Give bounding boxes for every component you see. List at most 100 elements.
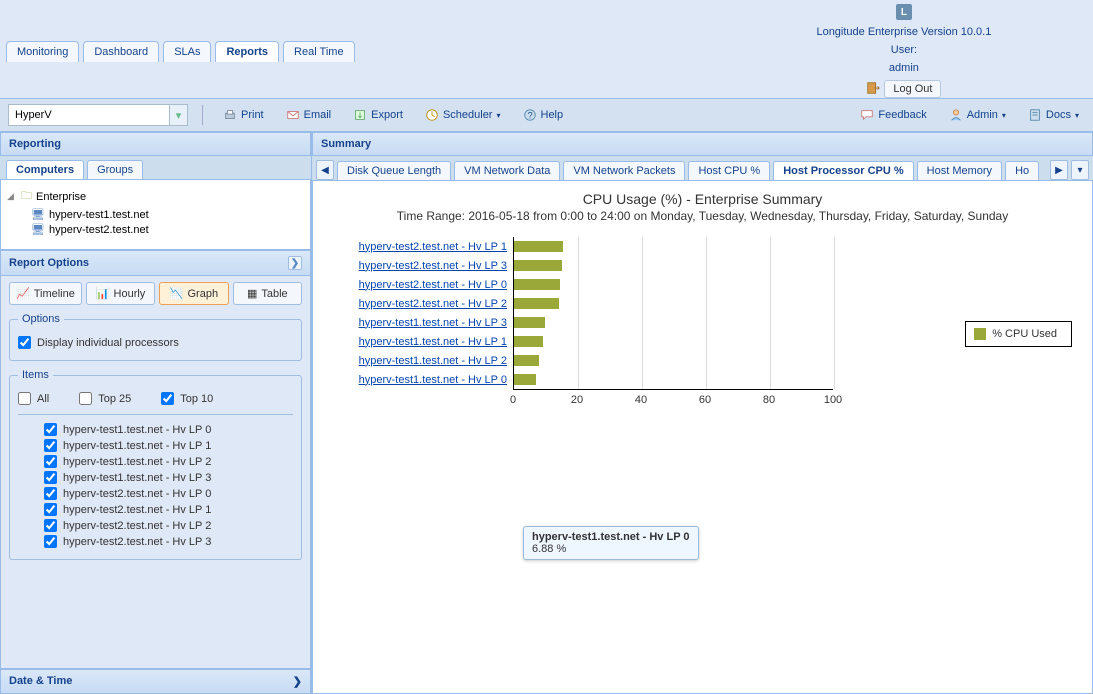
chart-category-label[interactable]: hyperv-test1.test.net - Hv LP 2 xyxy=(333,355,513,367)
tree-node[interactable]: 🖥hyperv-test1.test.net xyxy=(5,207,306,222)
chart-bar[interactable] xyxy=(514,317,545,328)
chart-category-label[interactable]: hyperv-test2.test.net - Hv LP 2 xyxy=(333,298,513,310)
folder-icon: 🗀 xyxy=(21,187,32,206)
server-icon: 🖥 xyxy=(31,223,45,236)
chart-bar[interactable] xyxy=(514,260,562,271)
chart-bar[interactable] xyxy=(514,279,560,290)
chart-track xyxy=(513,313,833,332)
chart-category-label[interactable]: hyperv-test1.test.net - Hv LP 3 xyxy=(333,317,513,329)
chart-track xyxy=(513,275,833,294)
admin-button[interactable]: Admin▾ xyxy=(943,105,1012,125)
display-individual-checkbox[interactable]: Display individual processors xyxy=(18,336,293,349)
filter-top-10[interactable]: Top 10 xyxy=(161,392,213,405)
book-icon xyxy=(1028,108,1042,122)
item-checkbox[interactable]: hyperv-test1.test.net - Hv LP 3 xyxy=(18,471,293,484)
tab-menu-icon[interactable]: ▾ xyxy=(1071,160,1089,180)
logout-button[interactable]: Log Out xyxy=(884,80,941,98)
user-prefix: User: xyxy=(891,44,917,56)
collapse-icon[interactable]: ◢ xyxy=(7,191,17,202)
nav-tab-real-time[interactable]: Real Time xyxy=(283,41,355,62)
main-nav: MonitoringDashboardSLAsReportsReal Time … xyxy=(0,0,1093,99)
item-checkbox[interactable]: hyperv-test1.test.net - Hv LP 0 xyxy=(18,423,293,436)
envelope-icon xyxy=(286,108,300,122)
item-checkbox[interactable]: hyperv-test2.test.net - Hv LP 2 xyxy=(18,519,293,532)
chart-subtitle: Time Range: 2016-05-18 from 0:00 to 24:0… xyxy=(323,209,1082,223)
chart-bar[interactable] xyxy=(514,336,543,347)
legend-label: % CPU Used xyxy=(992,328,1057,340)
item-checkbox[interactable]: hyperv-test2.test.net - Hv LP 0 xyxy=(18,487,293,500)
summary-tab[interactable]: Disk Queue Length xyxy=(337,161,451,180)
chart-category-label[interactable]: hyperv-test1.test.net - Hv LP 0 xyxy=(333,374,513,386)
chart-category-label[interactable]: hyperv-test2.test.net - Hv LP 1 xyxy=(333,241,513,253)
help-button[interactable]: ? Help xyxy=(517,105,570,125)
report-select-input[interactable] xyxy=(9,106,169,124)
summary-tab[interactable]: Ho xyxy=(1005,161,1039,180)
feedback-button[interactable]: Feedback xyxy=(854,105,932,125)
summary-tab[interactable]: VM Network Packets xyxy=(563,161,685,180)
view-timeline-button[interactable]: 📈Timeline xyxy=(9,282,82,305)
report-options-header[interactable]: Report Options ❯ xyxy=(0,250,311,276)
graph-icon: 📉 xyxy=(170,287,184,300)
clock-icon xyxy=(425,108,439,122)
axis-tick: 80 xyxy=(763,394,775,406)
chart-category-label[interactable]: hyperv-test2.test.net - Hv LP 0 xyxy=(333,279,513,291)
options-fieldset: Options Display individual processors xyxy=(9,313,302,361)
axis-tick: 0 xyxy=(510,394,516,406)
print-button[interactable]: Print xyxy=(217,105,270,125)
chart-track xyxy=(513,256,833,275)
chart-bar[interactable] xyxy=(514,374,536,385)
items-fieldset: Items AllTop 25Top 10 hyperv-test1.test.… xyxy=(9,369,302,560)
item-checkbox[interactable]: hyperv-test2.test.net - Hv LP 1 xyxy=(18,503,293,516)
nav-tab-dashboard[interactable]: Dashboard xyxy=(83,41,159,62)
view-table-button[interactable]: ▦Table xyxy=(233,282,302,305)
view-graph-button[interactable]: 📉Graph xyxy=(159,282,228,305)
subtab-groups[interactable]: Groups xyxy=(87,160,143,179)
filter-all[interactable]: All xyxy=(18,392,49,405)
chart-category-label[interactable]: hyperv-test2.test.net - Hv LP 3 xyxy=(333,260,513,272)
tree-root[interactable]: ◢ 🗀 Enterprise xyxy=(5,186,306,207)
chart-track xyxy=(513,294,833,313)
axis-tick: 20 xyxy=(571,394,583,406)
nav-tab-reports[interactable]: Reports xyxy=(215,41,279,62)
axis-tick: 60 xyxy=(699,394,711,406)
table-icon: ▦ xyxy=(247,287,257,300)
export-icon xyxy=(353,108,367,122)
report-select[interactable]: ▾ xyxy=(8,104,188,126)
chart-track xyxy=(513,351,833,370)
summary-tab[interactable]: Host Memory xyxy=(917,161,1002,180)
nav-tab-slas[interactable]: SLAs xyxy=(163,41,211,62)
scheduler-button[interactable]: Scheduler▾ xyxy=(419,105,507,125)
chart-bar[interactable] xyxy=(514,355,539,366)
item-checkbox[interactable]: hyperv-test1.test.net - Hv LP 1 xyxy=(18,439,293,452)
chart-bar[interactable] xyxy=(514,298,559,309)
view-hourly-button[interactable]: 📊Hourly xyxy=(86,282,155,305)
datetime-panel-header[interactable]: Date & Time ❯ xyxy=(0,669,311,694)
tab-scroll-left[interactable]: ◀ xyxy=(316,160,334,180)
export-button[interactable]: Export xyxy=(347,105,409,125)
hourly-icon: 📊 xyxy=(96,287,110,300)
chevron-down-icon[interactable]: ▾ xyxy=(169,105,187,125)
summary-tab[interactable]: Host Processor CPU % xyxy=(773,161,913,180)
tab-scroll-right[interactable]: ▶ xyxy=(1050,160,1068,180)
nav-tab-monitoring[interactable]: Monitoring xyxy=(6,41,79,62)
filter-top-25[interactable]: Top 25 xyxy=(79,392,131,405)
docs-button[interactable]: Docs▾ xyxy=(1022,105,1085,125)
chart-tooltip: hyperv-test1.test.net - Hv LP 0 6.88 % xyxy=(523,526,699,560)
tree-node[interactable]: 🖥hyperv-test2.test.net xyxy=(5,222,306,237)
printer-icon xyxy=(223,108,237,122)
item-checkbox[interactable]: hyperv-test2.test.net - Hv LP 3 xyxy=(18,535,293,548)
email-button[interactable]: Email xyxy=(280,105,338,125)
summary-tab[interactable]: VM Network Data xyxy=(454,161,560,180)
summary-tab[interactable]: Host CPU % xyxy=(688,161,770,180)
computer-tree: ◢ 🗀 Enterprise 🖥hyperv-test1.test.net🖥hy… xyxy=(0,180,311,250)
toolbar: ▾ Print Email Export Scheduler▾ ? Help F… xyxy=(0,99,1093,132)
chart-track xyxy=(513,370,833,389)
expand-panel-icon[interactable]: ❯ xyxy=(293,675,302,688)
chart-category-label[interactable]: hyperv-test1.test.net - Hv LP 1 xyxy=(333,336,513,348)
chart-bar[interactable] xyxy=(514,241,563,252)
item-checkbox[interactable]: hyperv-test1.test.net - Hv LP 2 xyxy=(18,455,293,468)
app-logo: L xyxy=(896,4,912,20)
collapse-panel-icon[interactable]: ❯ xyxy=(288,256,302,270)
chart-track xyxy=(513,332,833,351)
subtab-computers[interactable]: Computers xyxy=(6,160,84,179)
